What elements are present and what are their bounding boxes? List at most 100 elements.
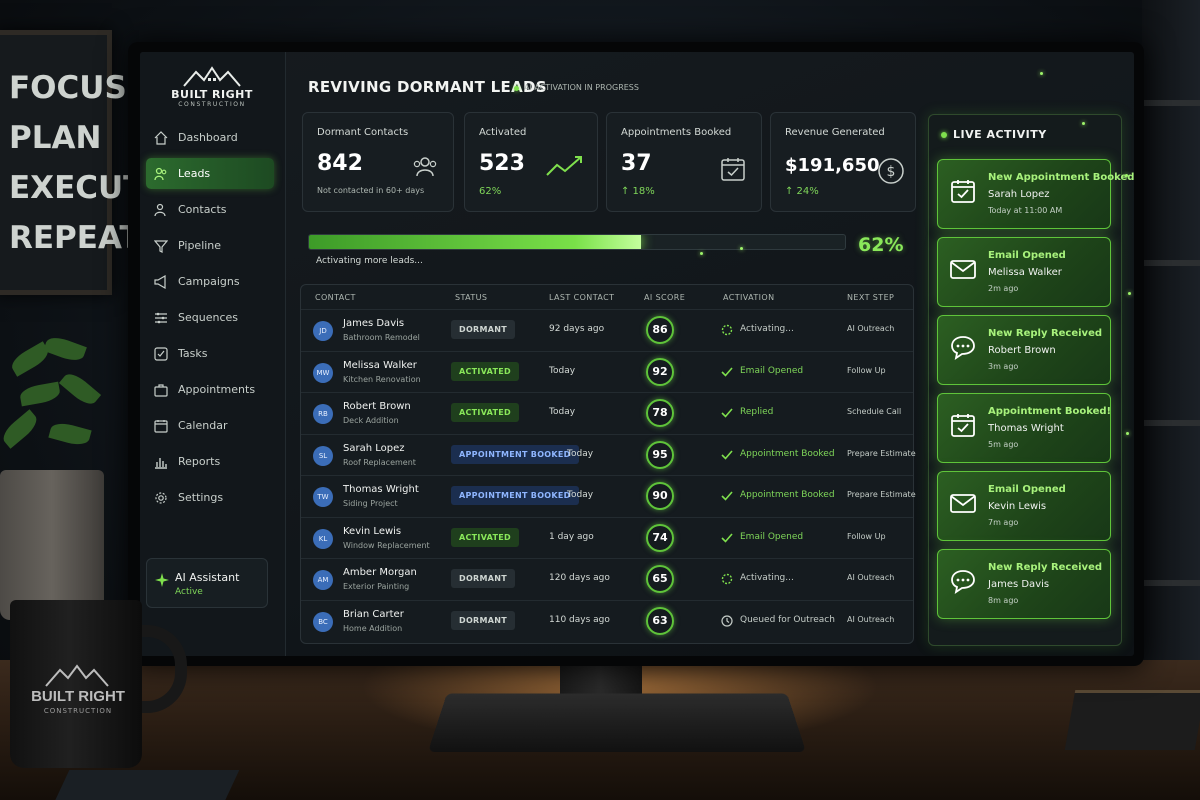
sidebar-item-label: Settings (178, 491, 224, 504)
leads-table: CONTACT STATUS LAST CONTACT AI SCORE ACT… (300, 284, 916, 644)
sparkle-icon (155, 573, 169, 587)
stat-card-dormant[interactable]: Dormant Contacts 842 Not contacted in 60… (302, 112, 454, 212)
table-row[interactable]: MW Melissa Walker Kitchen Renovation ACTIVA… (301, 350, 913, 392)
last-contact: 92 days ago (549, 324, 605, 334)
column-header[interactable]: NEXT STEP (847, 293, 894, 302)
sidebar-item-label: Leads (178, 167, 211, 180)
sidebar-item-sequences[interactable]: Sequences (146, 302, 274, 333)
column-header[interactable]: STATUS (455, 293, 487, 302)
stat-card-revenue[interactable]: Revenue Generated $191,650 ↑ 24% $ (770, 112, 916, 212)
table-row[interactable]: AM Amber Morgan Exterior Painting DORMANT 12… (301, 558, 913, 599)
column-header[interactable]: CONTACT (315, 293, 356, 302)
activity-time: 3m ago (988, 362, 1019, 371)
table-row[interactable]: KL Kevin Lewis Window Replacement ACTIVATED… (301, 516, 913, 558)
gear-icon (155, 491, 167, 504)
activation-status: Email Opened (740, 365, 804, 376)
avatar: JD (313, 321, 333, 341)
sidebar-item-contacts[interactable]: Contacts (146, 194, 274, 225)
next-step[interactable]: Prepare Estimate (847, 449, 916, 458)
sidebar-item-leads[interactable]: Leads (146, 158, 274, 189)
calendar-check-icon (951, 414, 975, 437)
contact-name[interactable]: Sarah Lopez (343, 443, 405, 454)
activity-card[interactable]: New Appointment Booked! Sarah Lopez Today … (937, 159, 1134, 229)
sidebar-item-campaigns[interactable]: Campaigns (146, 266, 274, 297)
avatar: BC (313, 611, 333, 632)
megaphone-icon (154, 274, 166, 289)
table-row[interactable]: BC Brian Carter Home Addition DORMANT 110 da… (301, 599, 913, 641)
mug-brand: BUILT RIGHT (31, 688, 125, 705)
contact-name[interactable]: Kevin Lewis (343, 526, 401, 537)
activity-card[interactable]: Email Opened Melissa Walker 2m ago (937, 237, 1111, 307)
next-step[interactable]: Follow Up (847, 366, 886, 375)
activity-card[interactable]: Appointment Booked! Thomas Wright 5m ago (937, 393, 1111, 463)
contact-project: Siding Project (343, 499, 398, 508)
activity-card[interactable]: New Reply Received Robert Brown 3m ago (937, 315, 1111, 385)
sidebar-item-dashboard[interactable]: Dashboard (146, 122, 274, 153)
column-header[interactable]: LAST CONTACT (549, 293, 614, 302)
next-step[interactable]: AI Outreach (847, 573, 894, 582)
activity-time: 2m ago (988, 284, 1019, 293)
activity-card[interactable]: Email Opened Kevin Lewis 7m ago (937, 471, 1111, 541)
last-contact: 1 day ago (549, 531, 594, 542)
next-step[interactable]: AI Outreach (847, 615, 894, 624)
status-badge: ACTIVATED (451, 403, 519, 422)
contact-name[interactable]: James Davis (343, 318, 404, 329)
stat-label: Activated (479, 127, 527, 138)
trend-up-icon (546, 156, 582, 176)
activity-time: Today at 11:00 AM (988, 206, 1063, 215)
sidebar-item-reports[interactable]: Reports (146, 446, 274, 477)
calendar-icon (154, 419, 168, 433)
ai-assistant-button[interactable]: AI Assistant Active (146, 558, 268, 608)
table-row[interactable]: JD James Davis Bathroom Remodel DORMANT 92 d… (301, 309, 913, 350)
sidebar-item-tasks[interactable]: Tasks (146, 338, 274, 369)
shelf-bar (1142, 420, 1200, 426)
activity-card[interactable]: New Reply Received James Davis 8m ago (937, 549, 1111, 619)
sequence-icon (155, 312, 167, 323)
progress-fill (309, 235, 642, 249)
next-step[interactable]: Follow Up (847, 532, 886, 541)
sparkle-particle (1128, 292, 1131, 295)
table-row[interactable]: TW Thomas Wright Siding Project APPOINTMENT… (301, 475, 916, 516)
contact-name[interactable]: Amber Morgan (343, 567, 417, 578)
next-step[interactable]: AI Outreach (847, 324, 894, 333)
column-header[interactable]: ACTIVATION (723, 293, 775, 302)
sidebar-item-appointments[interactable]: Appointments (146, 374, 274, 405)
table-row[interactable]: RB Robert Brown Deck Addition ACTIVATED Toda… (301, 392, 913, 433)
plant-pot (0, 470, 104, 620)
activity-time: 5m ago (988, 440, 1019, 449)
sidebar-item-label: Tasks (178, 347, 208, 360)
contact-name[interactable]: Robert Brown (343, 401, 411, 412)
dollar-icon: $ (878, 158, 904, 184)
activity-title: Email Opened (988, 484, 1066, 495)
sidebar-item-calendar[interactable]: Calendar (146, 410, 274, 441)
sidebar-item-settings[interactable]: Settings (146, 482, 274, 513)
sidebar-item-label: Pipeline (178, 239, 222, 252)
stat-card-activated[interactable]: Activated 523 62% (464, 112, 598, 212)
activity-time: 8m ago (988, 596, 1019, 605)
stat-card-appointments[interactable]: Appointments Booked 37 ↑ 18% (606, 112, 762, 212)
poster-line: PLAN (9, 120, 102, 156)
next-step[interactable]: Prepare Estimate (847, 490, 916, 499)
sparkle-particle (1040, 72, 1043, 75)
progress-percent: 62% (858, 234, 904, 256)
stat-value: $191,650 (785, 155, 880, 176)
table-row[interactable]: SL Sarah Lopez Roof Replacement APPOINTMENT… (301, 433, 916, 475)
activity-title: Appointment Booked! (988, 406, 1112, 417)
activity-title: New Appointment Booked! (988, 172, 1134, 183)
activity-person: Robert Brown (988, 345, 1056, 356)
stat-sub: Not contacted in 60+ days (317, 186, 425, 195)
stat-value: 523 (479, 151, 525, 176)
status-badge: APPOINTMENT BOOKED (451, 486, 579, 505)
contact-name[interactable]: Melissa Walker (343, 360, 417, 371)
contact-name[interactable]: Thomas Wright (343, 484, 419, 495)
sidebar-item-label: Campaigns (178, 275, 240, 288)
status-badge: DORMANT (451, 320, 516, 339)
next-step[interactable]: Schedule Call (847, 407, 901, 416)
svg-text:$: $ (887, 164, 896, 180)
home-icon (154, 130, 168, 145)
status-badge: DORMANT (451, 610, 516, 630)
contact-name[interactable]: Brian Carter (343, 609, 404, 620)
sidebar-item-pipeline[interactable]: Pipeline (146, 230, 274, 261)
column-header[interactable]: AI SCORE (644, 293, 685, 302)
activity-title: New Reply Received (988, 562, 1103, 573)
